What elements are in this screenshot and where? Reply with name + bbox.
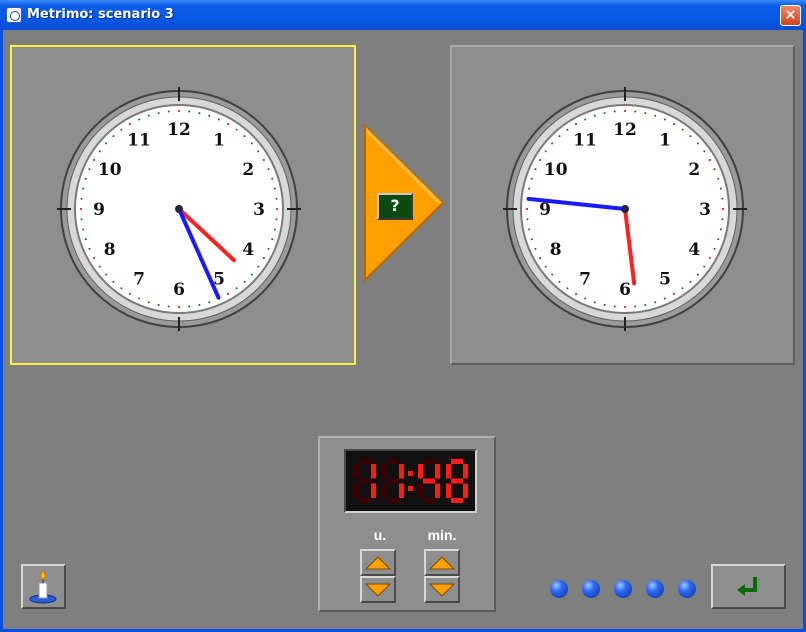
target-clock-number-2: 2 [688,160,700,180]
target-clock-number-4: 4 [688,240,700,260]
digit-colon [408,471,413,491]
source-clock-number-2: 2 [242,160,254,180]
source-clock-number-6: 6 [173,280,185,300]
target-clock-number-3: 3 [699,200,711,220]
triangle-down-icon [428,583,456,597]
source-clock-number-12: 12 [167,120,191,140]
candle-icon [29,570,57,604]
target-clock-number-8: 8 [550,240,562,260]
target-clock-number-5: 5 [659,269,671,289]
hours-up-button[interactable] [360,549,396,576]
triangle-up-icon [428,556,456,570]
triangle-up-icon [364,556,392,570]
minutes-up-button[interactable] [424,549,460,576]
enter-arrow-icon [737,577,757,596]
source-clock-number-9: 9 [93,200,105,220]
target-clock-number-11: 11 [573,131,597,151]
digital-digits [354,459,468,503]
hours-stepper [360,549,396,603]
source-clock-panel[interactable]: 12 1 2 3 4 5 6 7 8 9 10 11 [10,45,356,365]
minutes-down-button[interactable] [424,576,460,603]
digit-3 [418,459,440,503]
app-window: Metrimo: scenario 3 × 12 1 2 3 4 5 6 7 8 9 10 11 ? … [0,0,806,632]
source-clock-number-8: 8 [104,240,116,260]
source-clock-number-11: 11 [127,131,151,151]
enter-button[interactable] [711,564,786,609]
target-clock-number-6: 6 [619,280,631,300]
target-clock-center-pin [621,205,629,213]
minutes-stepper [424,549,460,603]
source-clock-center-pin [175,205,183,213]
target-clock-number-1: 1 [659,131,671,151]
target-clock-panel[interactable]: 12 1 2 3 4 5 6 7 8 9 10 11 [450,45,795,365]
source-clock-number-1: 1 [213,131,225,151]
hours-down-button[interactable] [360,576,396,603]
target-clock-number-12: 12 [613,120,637,140]
hours-label: u. [373,527,387,543]
progress-dot [646,580,664,598]
progress-dot [678,580,696,598]
progress-dot [614,580,632,598]
source-clock-number-3: 3 [253,200,265,220]
analog-clock-source: 121234567891011 [57,87,301,331]
digit-2 [382,459,404,503]
minutes-label: min. [427,527,457,543]
source-clock-number-4: 4 [242,240,254,260]
window-title: Metrimo: scenario 3 [27,7,174,22]
progress-dot [550,580,568,598]
progress-dot [582,580,600,598]
digit-1 [354,459,376,503]
target-clock-number-7: 7 [579,269,591,289]
client-area: 12 1 2 3 4 5 6 7 8 9 10 11 ? 12 1 2 3 4 5 6 7 8 9 10 11 u. min… [3,30,803,629]
help-button[interactable] [21,564,66,609]
digit-4 [446,459,468,503]
source-clock-number-7: 7 [133,269,145,289]
close-button[interactable]: × [780,5,801,26]
source-clock-number-10: 10 [98,160,122,180]
title-bar[interactable]: Metrimo: scenario 3 × [0,0,806,30]
digital-time-display [344,449,477,513]
app-icon[interactable] [6,7,22,23]
time-control-box: u. min. [318,436,496,612]
analog-clock-target: 121234567891011 [503,87,747,331]
question-button[interactable]: ? [377,193,413,220]
triangle-down-icon [364,583,392,597]
target-clock-number-10: 10 [544,160,568,180]
